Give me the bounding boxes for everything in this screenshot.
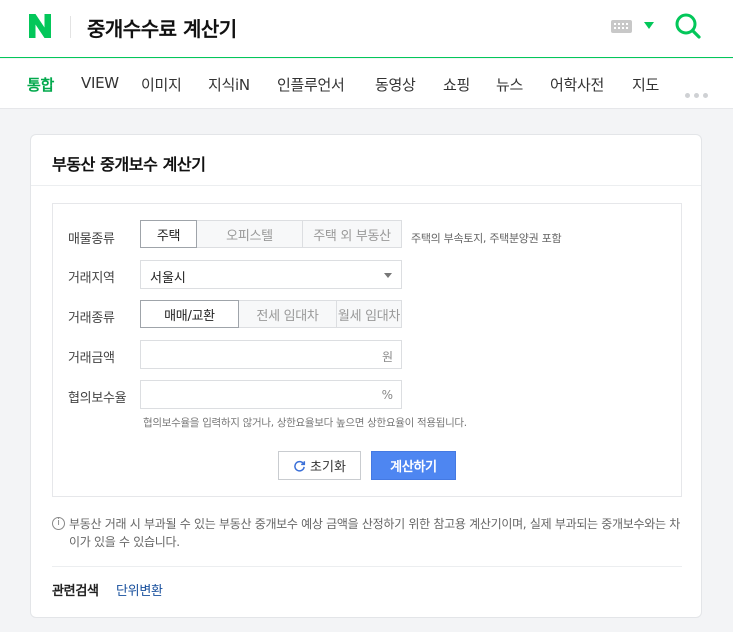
disclaimer-text: 부동산 거래 시 부과될 수 있는 부동산 중개보수 예상 금액을 산정하기 위… xyxy=(69,517,681,549)
deal-type-label: 거래종류 xyxy=(68,311,115,326)
more-tabs-icon[interactable] xyxy=(685,83,712,102)
deal-type-selector: 매매/교환 전세 임대차 월세 임대차 xyxy=(140,300,402,328)
rate-label: 협의보수율 xyxy=(68,391,127,406)
region-value: 서울시 xyxy=(150,271,186,286)
tab-shopping[interactable]: 쇼핑 xyxy=(443,74,470,95)
calculate-button[interactable]: 계산하기 xyxy=(371,451,456,480)
tab-kin[interactable]: 지식iN xyxy=(208,74,250,95)
chevron-down-icon[interactable] xyxy=(644,22,654,29)
header-divider xyxy=(70,16,71,38)
tab-view[interactable]: VIEW xyxy=(81,74,119,92)
tab-map[interactable]: 지도 xyxy=(632,74,659,95)
rate-unit: % xyxy=(381,388,393,402)
deal-type-sale[interactable]: 매매/교환 xyxy=(140,300,239,328)
rate-input[interactable]: % xyxy=(140,380,402,409)
amount-unit: 원 xyxy=(381,350,393,364)
rate-note: 협의보수율을 입력하지 않거나, 상한요율보다 높으면 상한요율이 적용됩니다. xyxy=(143,417,467,429)
deal-type-jeonse[interactable]: 전세 임대차 xyxy=(238,300,337,328)
reset-button[interactable]: 초기화 xyxy=(278,451,361,480)
calculator-title: 부동산 중개보수 계산기 xyxy=(52,155,206,174)
property-type-house[interactable]: 주택 xyxy=(140,220,197,248)
chevron-down-icon xyxy=(384,273,392,278)
reset-label: 초기화 xyxy=(310,460,346,475)
tab-influencer[interactable]: 인플루언서 xyxy=(277,74,345,95)
calculator-form: 매물종류 주택 오피스텔 주택 외 부동산 주택의 부속토지, 주택분양권 포함… xyxy=(52,203,682,497)
related-divider xyxy=(52,566,682,567)
search-query[interactable]: 중개수수료 계산기 xyxy=(87,13,237,42)
info-icon: i xyxy=(52,517,65,530)
naver-logo-icon[interactable] xyxy=(27,12,53,40)
keyboard-icon[interactable] xyxy=(611,20,632,33)
tab-dictionary[interactable]: 어학사전 xyxy=(550,74,604,95)
property-type-other[interactable]: 주택 외 부동산 xyxy=(302,220,402,248)
property-type-selector: 주택 오피스텔 주택 외 부동산 xyxy=(140,220,402,248)
amount-label: 거래금액 xyxy=(68,351,115,366)
tab-images[interactable]: 이미지 xyxy=(141,74,182,95)
search-tabs: 통합 VIEW 이미지 지식iN 인플루언서 동영상 쇼핑 뉴스 어학사전 지도 xyxy=(0,59,733,109)
deal-type-monthly[interactable]: 월세 임대차 xyxy=(336,300,402,328)
refresh-icon xyxy=(294,460,306,472)
search-icon[interactable] xyxy=(674,12,702,40)
property-type-label: 매물종류 xyxy=(68,232,115,247)
tab-integrated[interactable]: 통합 xyxy=(27,74,54,95)
related-search-link[interactable]: 단위변환 xyxy=(116,580,163,599)
calculator-card: 부동산 중개보수 계산기 매물종류 주택 오피스텔 주택 외 부동산 주택의 부… xyxy=(30,134,702,618)
tab-news[interactable]: 뉴스 xyxy=(496,74,523,95)
property-type-officetel[interactable]: 오피스텔 xyxy=(196,220,303,248)
region-select[interactable]: 서울시 xyxy=(140,260,402,289)
title-divider xyxy=(31,185,701,186)
search-header: 중개수수료 계산기 xyxy=(0,0,733,58)
tab-video[interactable]: 동영상 xyxy=(375,74,416,95)
region-label: 거래지역 xyxy=(68,271,115,286)
amount-input[interactable]: 원 xyxy=(140,340,402,369)
related-search-label: 관련검색 xyxy=(52,584,99,599)
disclaimer: i 부동산 거래 시 부과될 수 있는 부동산 중개보수 예상 금액을 산정하기… xyxy=(52,515,682,551)
property-type-hint: 주택의 부속토지, 주택분양권 포함 xyxy=(411,232,562,245)
